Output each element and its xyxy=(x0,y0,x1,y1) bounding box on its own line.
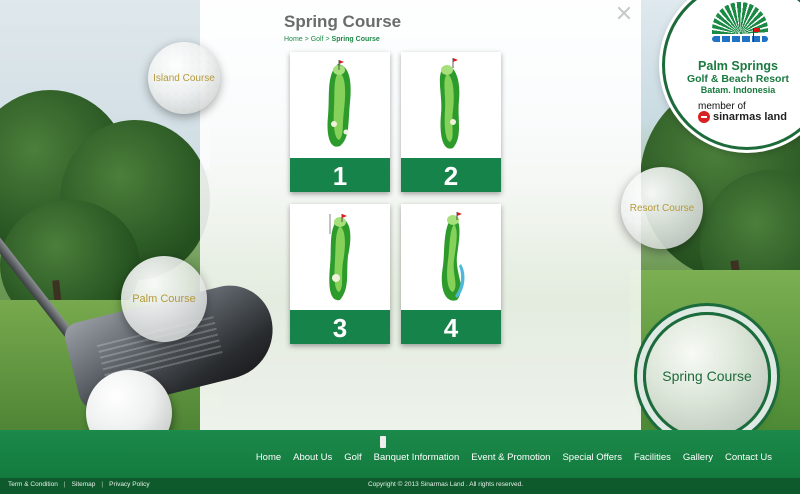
hole-map-2 xyxy=(439,58,460,149)
hole-number: 1 xyxy=(290,156,390,192)
sinarmas-icon xyxy=(698,111,710,123)
nav-special-offers[interactable]: Special Offers xyxy=(562,452,622,463)
nav-home[interactable]: Home xyxy=(256,452,281,463)
island-course-label: Island Course xyxy=(153,72,215,84)
footer-sitemap-link[interactable]: Sitemap xyxy=(72,481,96,488)
hole-number: 4 xyxy=(401,308,501,344)
flag-icon xyxy=(753,28,760,42)
breadcrumb: Home > Golf > Spring Course xyxy=(284,36,380,43)
island-course-button[interactable]: Island Course xyxy=(148,42,220,114)
pin-icon xyxy=(380,436,386,448)
nav-gallery[interactable]: Gallery xyxy=(683,452,713,463)
hole-card-4[interactable]: 4 xyxy=(401,204,501,344)
palm-course-label: Palm Course xyxy=(132,293,196,305)
sinarmas-logo: sinarmas land xyxy=(698,111,787,123)
nav-contact-us[interactable]: Contact Us xyxy=(725,452,772,463)
breadcrumb-current: Spring Course xyxy=(331,36,380,43)
hole-card-3[interactable]: 3 xyxy=(290,204,390,344)
nav-event-promotion[interactable]: Event & Promotion xyxy=(471,452,550,463)
resort-course-label: Resort Course xyxy=(629,202,695,214)
wave-logo-icon xyxy=(712,36,768,42)
copyright-text: Copyright © 2013 Sinarmas Land . All rig… xyxy=(368,481,524,488)
close-icon[interactable] xyxy=(617,6,631,20)
nav-golf[interactable]: Golf xyxy=(344,452,361,463)
spring-course-button[interactable]: Spring Course xyxy=(643,312,771,440)
hole-card-2[interactable]: 2 xyxy=(401,52,501,192)
nav-facilities[interactable]: Facilities xyxy=(634,452,671,463)
page-title: Spring Course xyxy=(284,12,402,31)
nav-about-us[interactable]: About Us xyxy=(293,452,332,463)
hole-number: 2 xyxy=(401,156,501,192)
hole-number: 3 xyxy=(290,308,390,344)
footer-terms-link[interactable]: Term & Condition xyxy=(8,481,58,488)
hole-map-1 xyxy=(327,60,351,147)
logo-subtitle: Golf & Beach Resort xyxy=(686,73,790,85)
resort-course-button[interactable]: Resort Course xyxy=(621,167,703,249)
logo-location: Batam. Indonesia xyxy=(700,85,776,95)
breadcrumb-golf[interactable]: Golf xyxy=(311,36,324,43)
footer-separator: | xyxy=(63,481,66,488)
hole-map-3 xyxy=(329,214,351,301)
footer-separator: | xyxy=(101,481,104,488)
breadcrumb-home[interactable]: Home xyxy=(284,36,303,43)
palm-course-button[interactable]: Palm Course xyxy=(121,256,207,342)
hole-map-4 xyxy=(441,212,465,301)
breadcrumb-separator: > xyxy=(325,36,330,43)
footer-links: Term & Condition | Sitemap | Privacy Pol… xyxy=(8,481,150,488)
nav-banquet-information[interactable]: Banquet Information xyxy=(374,452,460,463)
hole-card-1[interactable]: 1 xyxy=(290,52,390,192)
main-nav: Home About Us Golf Banquet Information E… xyxy=(256,452,772,463)
breadcrumb-separator: > xyxy=(304,36,309,43)
footer-privacy-link[interactable]: Privacy Policy xyxy=(109,481,149,488)
logo-name: Palm Springs xyxy=(698,59,778,73)
sinarmas-name: sinarmas land xyxy=(713,111,787,123)
spring-course-label: Spring Course xyxy=(662,368,752,384)
